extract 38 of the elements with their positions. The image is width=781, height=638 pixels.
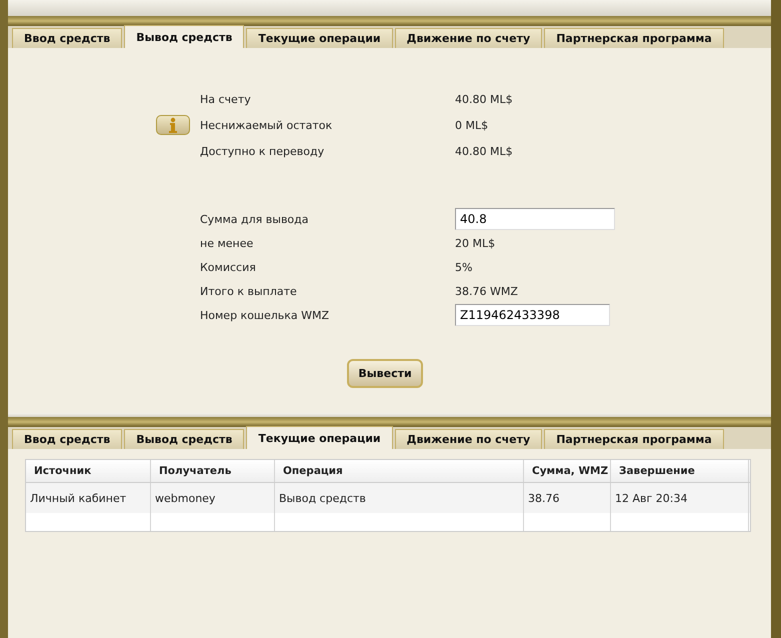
field-value: 5% xyxy=(455,260,472,274)
tab[interactable]: Движение по счету xyxy=(394,429,542,449)
field-value: 38.76 WMZ xyxy=(455,284,518,298)
field-label: не менее xyxy=(200,236,254,250)
field-label: Сумма для вывода xyxy=(200,212,310,226)
table-cell: webmoney xyxy=(151,483,275,513)
table-cell: Вывод средств xyxy=(275,483,524,513)
table-cell: 12 Авг 20:34 xyxy=(611,483,749,513)
tab[interactable]: Партнерская программа xyxy=(544,28,724,48)
input-field[interactable]: Z119462433398 xyxy=(455,304,610,326)
field-label: Итого к выплате xyxy=(200,284,298,298)
tab[interactable]: Вывод средств xyxy=(124,25,244,48)
tab[interactable]: Вывод средств xyxy=(124,429,244,449)
column-header: Завершение xyxy=(611,460,749,482)
info-icon[interactable] xyxy=(156,115,190,135)
field-value: 20 ML$ xyxy=(455,236,496,250)
field-label: Доступно к переводу xyxy=(200,144,326,158)
field-label: Комиссия xyxy=(200,260,257,274)
field-label: Номер кошелька WMZ xyxy=(200,308,330,322)
column-header: Операция xyxy=(275,460,524,482)
field-value: 40.80 ML$ xyxy=(455,92,513,106)
tab[interactable]: Движение по счету xyxy=(394,28,542,48)
tab[interactable]: Текущие операции xyxy=(246,28,393,48)
tab[interactable]: Текущие операции xyxy=(246,426,393,449)
column-header: Получатель xyxy=(151,460,275,482)
tab[interactable]: Партнерская программа xyxy=(544,429,724,449)
withdraw-button[interactable]: Вывести xyxy=(347,359,423,388)
field-value: 0 ML$ xyxy=(455,118,488,132)
input-field[interactable]: 40.8 xyxy=(455,208,615,230)
column-header: Сумма, WMZ xyxy=(524,460,611,482)
tab[interactable]: Ввод средств xyxy=(12,28,122,48)
table-cell: 38.76 xyxy=(524,483,611,513)
table-cell: Личный кабинет xyxy=(26,483,151,513)
column-header: Источник xyxy=(26,460,151,482)
field-label: На счету xyxy=(200,92,252,106)
tab[interactable]: Ввод средств xyxy=(12,429,122,449)
field-value: 40.80 ML$ xyxy=(455,144,513,158)
field-label: Неснижаемый остаток xyxy=(200,118,334,132)
